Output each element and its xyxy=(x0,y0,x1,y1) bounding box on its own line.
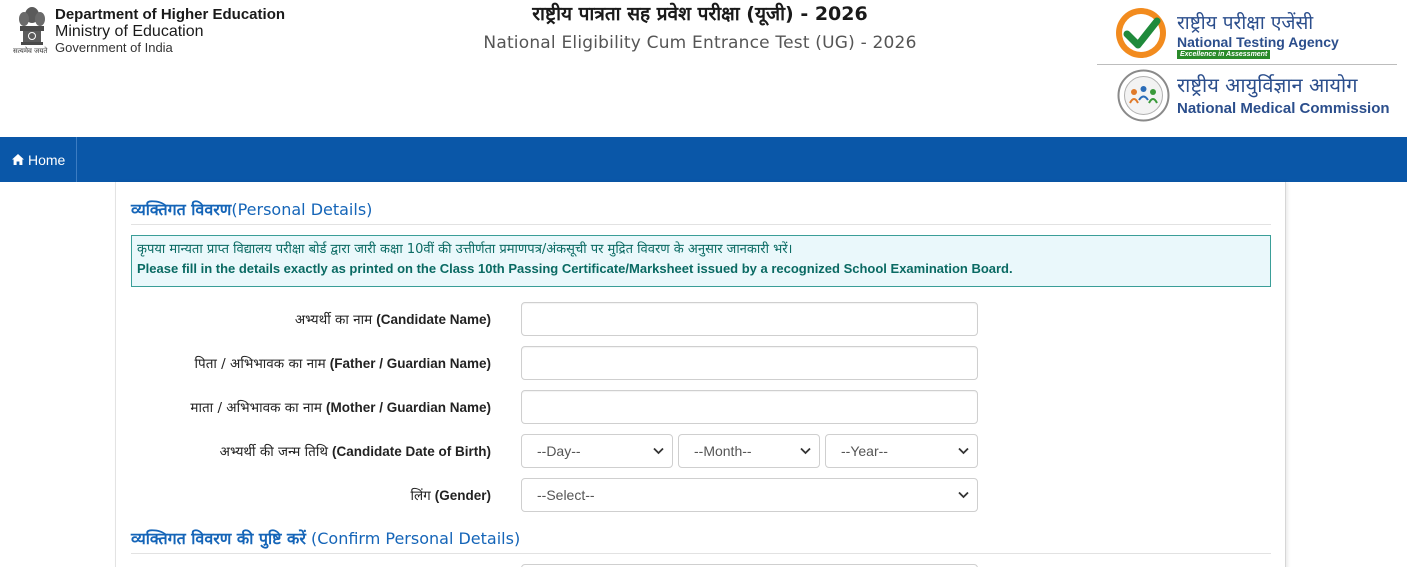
gender-select[interactable]: --Select-- xyxy=(521,478,978,512)
nav-home-label: Home xyxy=(28,151,66,168)
dob-label-hindi: अभ्यर्थी की जन्म तिथि xyxy=(219,444,328,460)
father-name-label-english: (Father / Guardian Name) xyxy=(329,355,491,371)
nmc-branding: राष्ट्रीय आयुर्विज्ञान आयोग National Med… xyxy=(1117,69,1397,125)
exam-title-block: राष्ट्रीय पात्रता सह प्रवेश परीक्षा (यूज… xyxy=(400,2,1000,53)
personal-details-heading-hindi: व्यक्तिगत विवरण xyxy=(131,200,232,219)
nav-home-link[interactable]: Home xyxy=(0,137,77,182)
confirm-details-heading-hindi: व्यक्तिगत विवरण की पुष्टि करें xyxy=(131,529,306,548)
dob-label: अभ्यर्थी की जन्म तिथि (Candidate Date of… xyxy=(220,434,491,468)
candidate-name-row: अभ्यर्थी का नाम (Candidate Name) xyxy=(116,302,1287,336)
chevron-down-icon xyxy=(800,447,811,455)
main-navbar: Home xyxy=(0,137,1407,182)
dob-month-value: --Month-- xyxy=(694,443,752,459)
nmc-name-hindi: राष्ट्रीय आयुर्विज्ञान आयोग xyxy=(1177,73,1358,97)
form-panel: व्यक्तिगत विवरण(Personal Details) कृपया … xyxy=(115,182,1286,567)
chevron-down-icon xyxy=(653,447,664,455)
header-divider xyxy=(1097,64,1397,65)
section-divider xyxy=(131,224,1271,225)
nta-name-hindi: राष्ट्रीय परीक्षा एजेंसी xyxy=(1177,12,1314,34)
gender-select-value: --Select-- xyxy=(537,487,595,503)
father-name-label: पिता / अभिभावक का नाम (Father / Guardian… xyxy=(195,346,491,380)
chevron-down-icon xyxy=(958,447,969,455)
dob-label-english: (Candidate Date of Birth) xyxy=(331,443,491,459)
confirm-details-heading: व्यक्तिगत विवरण की पुष्टि करें (Confirm … xyxy=(131,527,520,549)
emblem-caption: सत्यमेव जयते xyxy=(13,47,48,55)
site-header: सत्यमेव जयते Department of Higher Educat… xyxy=(0,0,1407,137)
notice-text-hindi: कृपया मान्यता प्राप्त विद्यालय परीक्षा ब… xyxy=(137,242,793,257)
nta-logo-icon xyxy=(1116,8,1166,58)
confirm-details-heading-english: (Confirm Personal Details) xyxy=(310,529,521,548)
father-name-input[interactable] xyxy=(521,346,978,380)
candidate-name-input[interactable] xyxy=(521,302,978,336)
dob-month-select[interactable]: --Month-- xyxy=(678,434,820,468)
nta-branding: राष्ट्रीय परीक्षा एजेंसी National Testin… xyxy=(1114,6,1384,62)
gender-label-hindi: लिंग xyxy=(410,488,431,504)
dob-day-value: --Day-- xyxy=(537,443,581,459)
gender-label: लिंग (Gender) xyxy=(410,478,491,512)
father-name-label-hindi: पिता / अभिभावक का नाम xyxy=(194,356,326,372)
gender-label-english: (Gender) xyxy=(434,487,491,503)
exam-title-english: National Eligibility Cum Entrance Test (… xyxy=(483,33,917,53)
notice-text-english: Please fill in the details exactly as pr… xyxy=(137,261,1013,276)
candidate-name-label-hindi: अभ्यर्थी का नाम xyxy=(294,312,373,328)
home-icon xyxy=(12,154,24,165)
government-name: Government of India xyxy=(55,40,173,55)
candidate-name-label-english: (Candidate Name) xyxy=(376,311,491,327)
mother-name-label: माता / अभिभावक का नाम (Mother / Guardian… xyxy=(190,390,491,424)
confirm-section-divider xyxy=(131,553,1271,554)
exam-title-hindi: राष्ट्रीय पात्रता सह प्रवेश परीक्षा (यूज… xyxy=(532,3,868,25)
dob-day-select[interactable]: --Day-- xyxy=(521,434,673,468)
personal-details-heading-english: (Personal Details) xyxy=(231,200,373,219)
nmc-logo-icon xyxy=(1117,69,1170,122)
dob-year-select[interactable]: --Year-- xyxy=(825,434,978,468)
mother-name-input[interactable] xyxy=(521,390,978,424)
candidate-name-label: अभ्यर्थी का नाम (Candidate Name) xyxy=(295,302,491,336)
department-name: Department of Higher Education xyxy=(55,6,286,23)
chevron-down-icon xyxy=(958,491,969,499)
personal-details-heading: व्यक्तिगत विवरण(Personal Details) xyxy=(131,198,372,220)
gender-row: लिंग (Gender) --Select-- xyxy=(116,478,1287,512)
instruction-notice: कृपया मान्यता प्राप्त विद्यालय परीक्षा ब… xyxy=(131,235,1271,287)
department-block: Department of Higher Education Ministry … xyxy=(55,6,285,55)
nmc-name-english: National Medical Commission xyxy=(1177,100,1390,117)
dob-row: अभ्यर्थी की जन्म तिथि (Candidate Date of… xyxy=(116,434,1287,468)
mother-name-label-hindi: माता / अभिभावक का नाम xyxy=(190,400,322,416)
mother-name-label-english: (Mother / Guardian Name) xyxy=(325,399,491,415)
nta-name-english: National Testing Agency xyxy=(1177,34,1339,50)
mother-name-row: माता / अभिभावक का नाम (Mother / Guardian… xyxy=(116,390,1287,424)
father-name-row: पिता / अभिभावक का नाम (Father / Guardian… xyxy=(116,346,1287,380)
nta-tagline: Excellence in Assessment xyxy=(1177,50,1271,59)
dob-year-value: --Year-- xyxy=(841,443,888,459)
ministry-name: Ministry of Education xyxy=(55,23,204,40)
